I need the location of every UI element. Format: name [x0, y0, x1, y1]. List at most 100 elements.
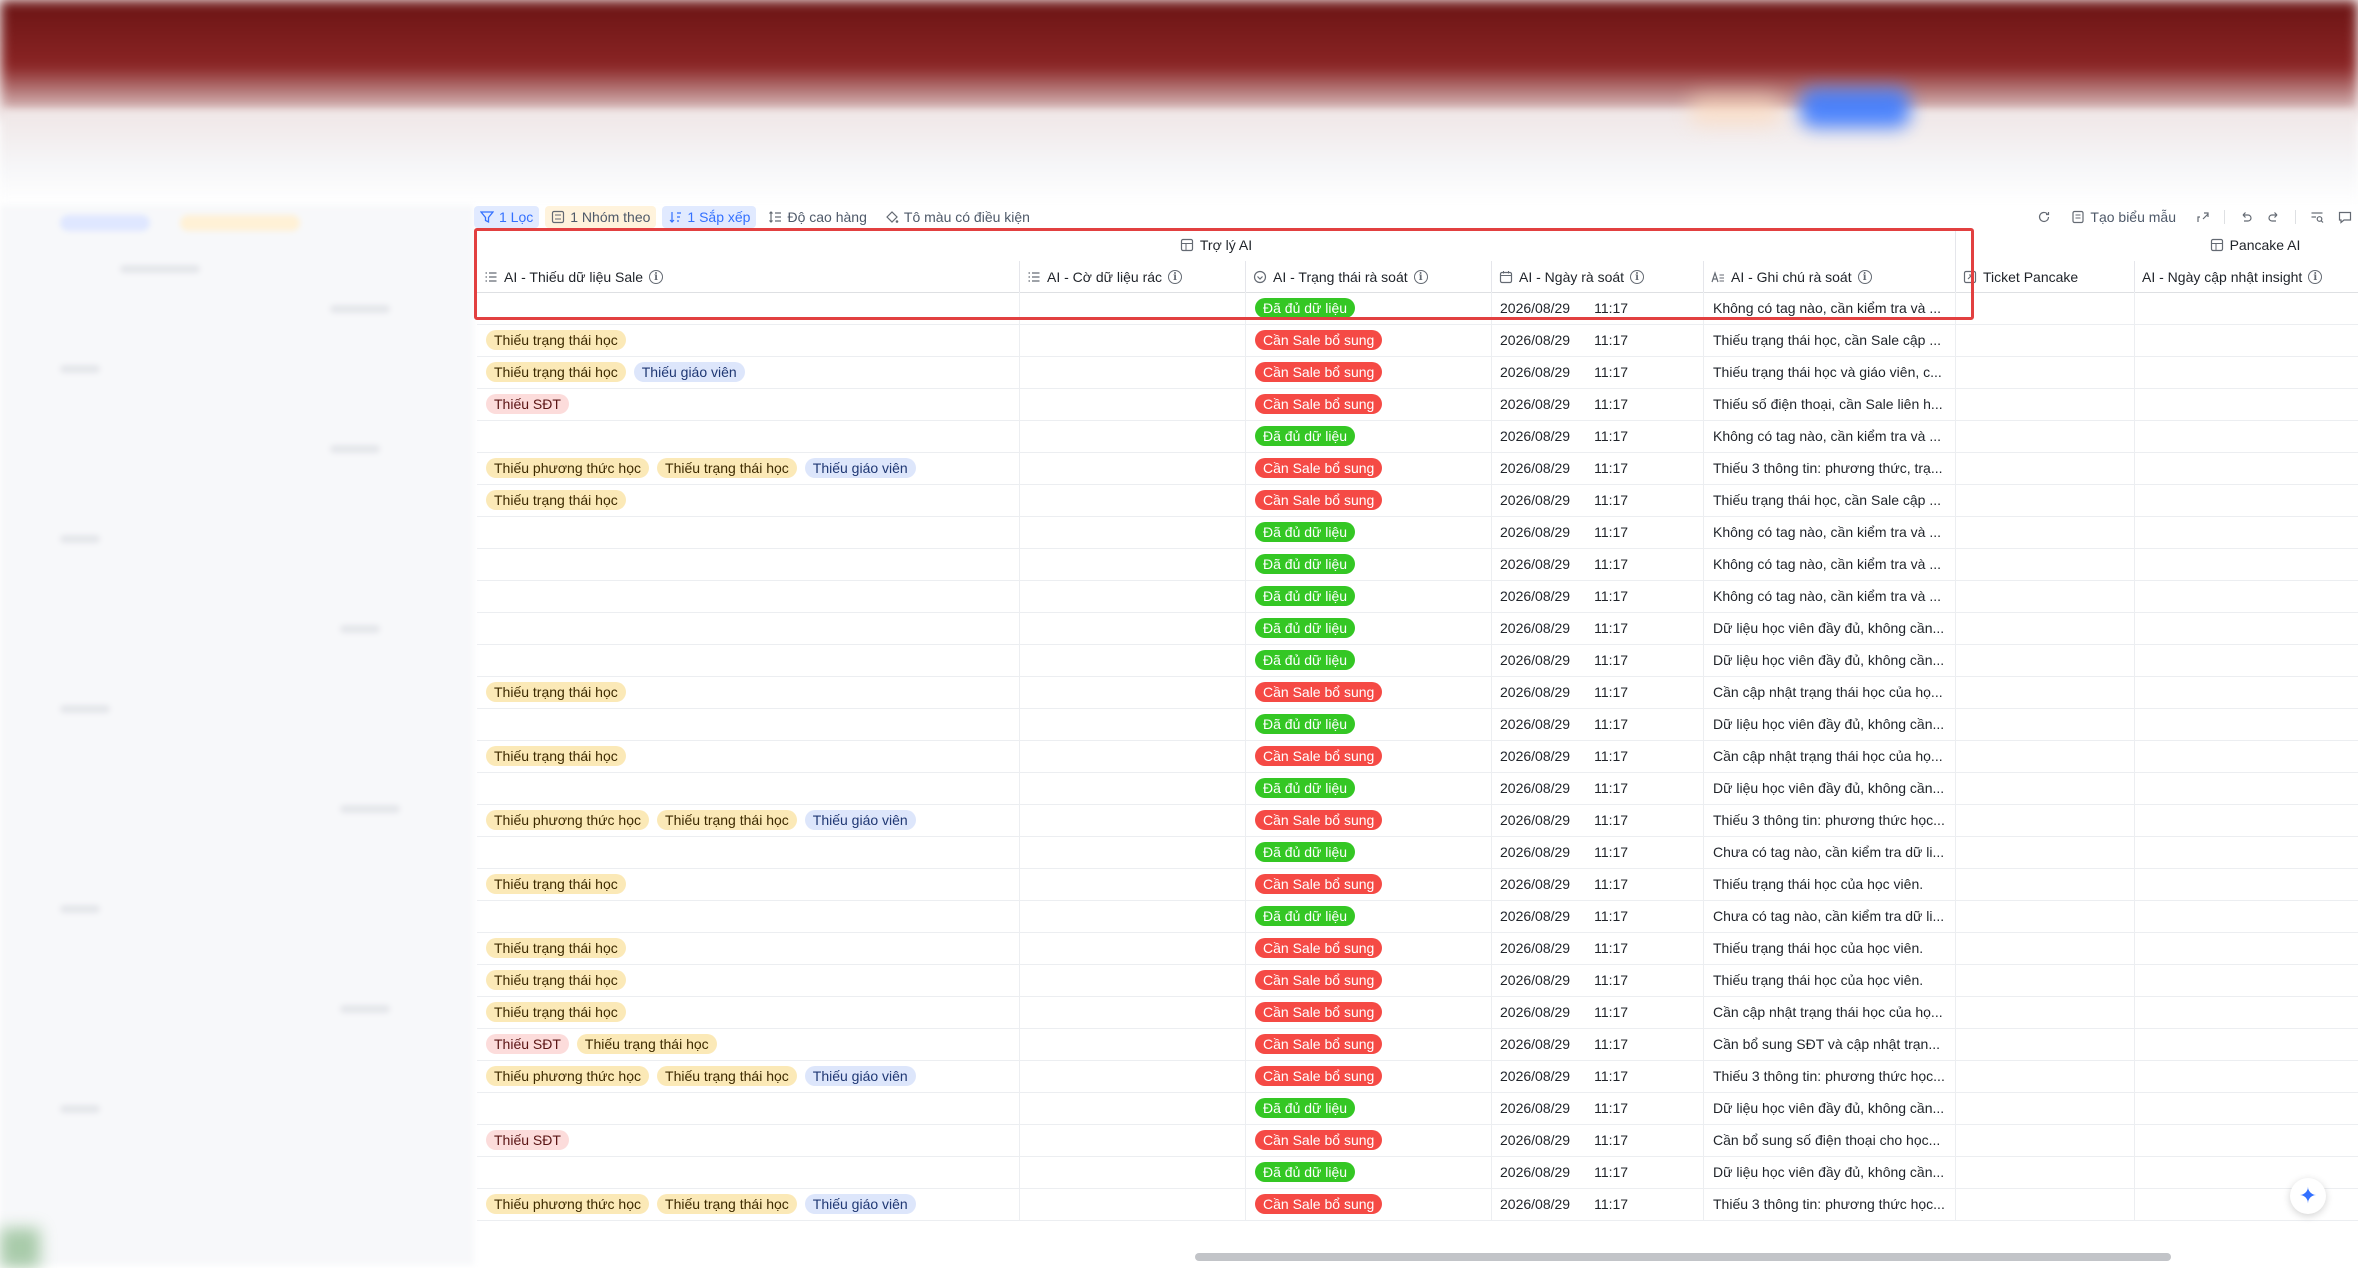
cell-ticket-pancake[interactable]: [1956, 1060, 2135, 1092]
cell-missing-data[interactable]: Thiếu SĐT: [477, 388, 1020, 420]
cell-review-date[interactable]: 2026/08/29 11:17: [1492, 548, 1704, 580]
cell-insight-date[interactable]: [2135, 420, 2358, 452]
cell-review-note[interactable]: Thiếu trạng thái học, cần Sale cập ...: [1704, 324, 1956, 356]
table-row[interactable]: Thiếu trạng thái học Cần Sale bổ sung 2026…: [477, 868, 2358, 901]
cell-review-date[interactable]: 2026/08/29 11:17: [1492, 996, 1704, 1028]
cell-status[interactable]: Cần Sale bổ sung: [1246, 324, 1492, 356]
cell-review-note[interactable]: Không có tag nào, cần kiểm tra và ...: [1704, 292, 1956, 324]
cell-status[interactable]: Cần Sale bổ sung: [1246, 932, 1492, 964]
cell-status[interactable]: Cần Sale bổ sung: [1246, 388, 1492, 420]
cell-status[interactable]: Đã đủ dữ liệu: [1246, 548, 1492, 580]
cell-junk-flag[interactable]: [1020, 420, 1246, 452]
cell-insight-date[interactable]: [2135, 932, 2358, 964]
cell-insight-date[interactable]: [2135, 292, 2358, 324]
cell-junk-flag[interactable]: [1020, 388, 1246, 420]
cell-missing-data[interactable]: Thiếu trạng thái học: [477, 676, 1020, 708]
cell-review-date[interactable]: 2026/08/29 11:17: [1492, 676, 1704, 708]
cell-review-note[interactable]: Cần cập nhật trạng thái học của họ...: [1704, 740, 1956, 772]
cell-review-date[interactable]: 2026/08/29 11:17: [1492, 324, 1704, 356]
cell-junk-flag[interactable]: [1020, 676, 1246, 708]
cell-missing-data[interactable]: [477, 836, 1020, 868]
cell-review-date[interactable]: 2026/08/29 11:17: [1492, 964, 1704, 996]
cell-review-date[interactable]: 2026/08/29 11:17: [1492, 836, 1704, 868]
cell-status[interactable]: Đã đủ dữ liệu: [1246, 1156, 1492, 1188]
cell-insight-date[interactable]: [2135, 356, 2358, 388]
cell-insight-date[interactable]: [2135, 740, 2358, 772]
cell-junk-flag[interactable]: [1020, 1092, 1246, 1124]
cell-missing-data[interactable]: Thiếu trạng thái học: [477, 932, 1020, 964]
cell-missing-data[interactable]: Thiếu trạng thái học: [477, 324, 1020, 356]
table-row[interactable]: Đã đủ dữ liệu 2026/08/29 11:17 Không có tag…: [477, 420, 2358, 453]
cell-missing-data[interactable]: Thiếu SĐT: [477, 1124, 1020, 1156]
cell-insight-date[interactable]: [2135, 868, 2358, 900]
cell-ticket-pancake[interactable]: [1956, 932, 2135, 964]
cell-junk-flag[interactable]: [1020, 964, 1246, 996]
cell-review-note[interactable]: Dữ liệu học viên đầy đủ, không cần...: [1704, 644, 1956, 676]
cell-review-date[interactable]: 2026/08/29 11:17: [1492, 1028, 1704, 1060]
cell-missing-data[interactable]: [477, 708, 1020, 740]
cell-insight-date[interactable]: [2135, 548, 2358, 580]
group-header-pancake-ai[interactable]: Pancake AI: [1956, 229, 2358, 261]
cell-review-date[interactable]: 2026/08/29 11:17: [1492, 612, 1704, 644]
cell-status[interactable]: Đã đủ dữ liệu: [1246, 772, 1492, 804]
cell-missing-data[interactable]: [477, 580, 1020, 612]
cell-review-note[interactable]: Thiếu 3 thông tin: phương thức học...: [1704, 1188, 1956, 1220]
cell-review-date[interactable]: 2026/08/29 11:17: [1492, 932, 1704, 964]
cell-review-note[interactable]: Cần bổ sung số điện thoại cho học...: [1704, 1124, 1956, 1156]
cell-insight-date[interactable]: [2135, 836, 2358, 868]
info-icon[interactable]: i: [1630, 269, 1645, 284]
cell-status[interactable]: Cần Sale bổ sung: [1246, 804, 1492, 836]
cell-review-note[interactable]: Cần cập nhật trạng thái học của họ...: [1704, 996, 1956, 1028]
cell-ticket-pancake[interactable]: [1956, 836, 2135, 868]
cell-ticket-pancake[interactable]: [1956, 388, 2135, 420]
cell-missing-data[interactable]: [477, 1092, 1020, 1124]
cell-review-note[interactable]: Chưa có tag nào, cần kiểm tra dữ li...: [1704, 836, 1956, 868]
table-row[interactable]: Đã đủ dữ liệu 2026/08/29 11:17 Không có tag…: [477, 548, 2358, 581]
cell-status[interactable]: Cần Sale bổ sung: [1246, 676, 1492, 708]
cell-review-note[interactable]: Thiếu trạng thái học của học viên.: [1704, 868, 1956, 900]
cell-insight-date[interactable]: [2135, 1124, 2358, 1156]
cell-junk-flag[interactable]: [1020, 1188, 1246, 1220]
cell-status[interactable]: Cần Sale bổ sung: [1246, 740, 1492, 772]
column-header-note[interactable]: AI - Ghi chú rà soát i: [1704, 261, 1956, 292]
column-header-ticket[interactable]: Ticket Pancake: [1956, 261, 2135, 292]
cell-missing-data[interactable]: [477, 548, 1020, 580]
cell-missing-data[interactable]: [477, 644, 1020, 676]
table-row[interactable]: Đã đủ dữ liệu 2026/08/29 11:17 Không có tag…: [477, 292, 2358, 325]
cell-review-date[interactable]: 2026/08/29 11:17: [1492, 644, 1704, 676]
table-row[interactable]: Thiếu trạng thái học Cần Sale bổ sung 2026…: [477, 676, 2358, 709]
cell-junk-flag[interactable]: [1020, 292, 1246, 324]
cell-insight-date[interactable]: [2135, 804, 2358, 836]
cell-review-date[interactable]: 2026/08/29 11:17: [1492, 484, 1704, 516]
column-header-junk[interactable]: AI - Cờ dữ liệu rác i: [1020, 261, 1246, 292]
cell-review-note[interactable]: Thiếu trạng thái học của học viên.: [1704, 964, 1956, 996]
cell-status[interactable]: Cần Sale bổ sung: [1246, 964, 1492, 996]
cell-ticket-pancake[interactable]: [1956, 740, 2135, 772]
cell-ticket-pancake[interactable]: [1956, 356, 2135, 388]
table-row[interactable]: Thiếu trạng thái học Cần Sale bổ sung 2026…: [477, 996, 2358, 1029]
cell-insight-date[interactable]: [2135, 708, 2358, 740]
cell-missing-data[interactable]: Thiếu phương thức học Thiếu trạng thái họ…: [477, 452, 1020, 484]
cell-insight-date[interactable]: [2135, 452, 2358, 484]
cell-junk-flag[interactable]: [1020, 356, 1246, 388]
cell-junk-flag[interactable]: [1020, 804, 1246, 836]
cell-review-note[interactable]: Không có tag nào, cần kiểm tra và ...: [1704, 420, 1956, 452]
cell-status[interactable]: Đã đủ dữ liệu: [1246, 708, 1492, 740]
cell-status[interactable]: Đã đủ dữ liệu: [1246, 644, 1492, 676]
cell-review-date[interactable]: 2026/08/29 11:17: [1492, 420, 1704, 452]
cell-missing-data[interactable]: Thiếu trạng thái học Thiếu giáo viên: [477, 356, 1020, 388]
table-row[interactable]: Đã đủ dữ liệu 2026/08/29 11:17 Dữ liệu học …: [477, 644, 2358, 677]
cell-junk-flag[interactable]: [1020, 1028, 1246, 1060]
refresh-icon[interactable]: [2037, 210, 2051, 224]
cell-status[interactable]: Cần Sale bổ sung: [1246, 1124, 1492, 1156]
cell-status[interactable]: Cần Sale bổ sung: [1246, 356, 1492, 388]
cell-missing-data[interactable]: Thiếu phương thức học Thiếu trạng thái họ…: [477, 1188, 1020, 1220]
cell-insight-date[interactable]: [2135, 900, 2358, 932]
cell-review-date[interactable]: 2026/08/29 11:17: [1492, 868, 1704, 900]
table-row[interactable]: Thiếu SĐT Cần Sale bổ sung 2026/08/29 11:17…: [477, 388, 2358, 421]
cell-missing-data[interactable]: [477, 292, 1020, 324]
conditional-color-button[interactable]: Tô màu có điều kiện: [879, 206, 1036, 228]
cell-ticket-pancake[interactable]: [1956, 452, 2135, 484]
row-height-button[interactable]: Độ cao hàng: [762, 206, 872, 228]
cell-insight-date[interactable]: [2135, 644, 2358, 676]
